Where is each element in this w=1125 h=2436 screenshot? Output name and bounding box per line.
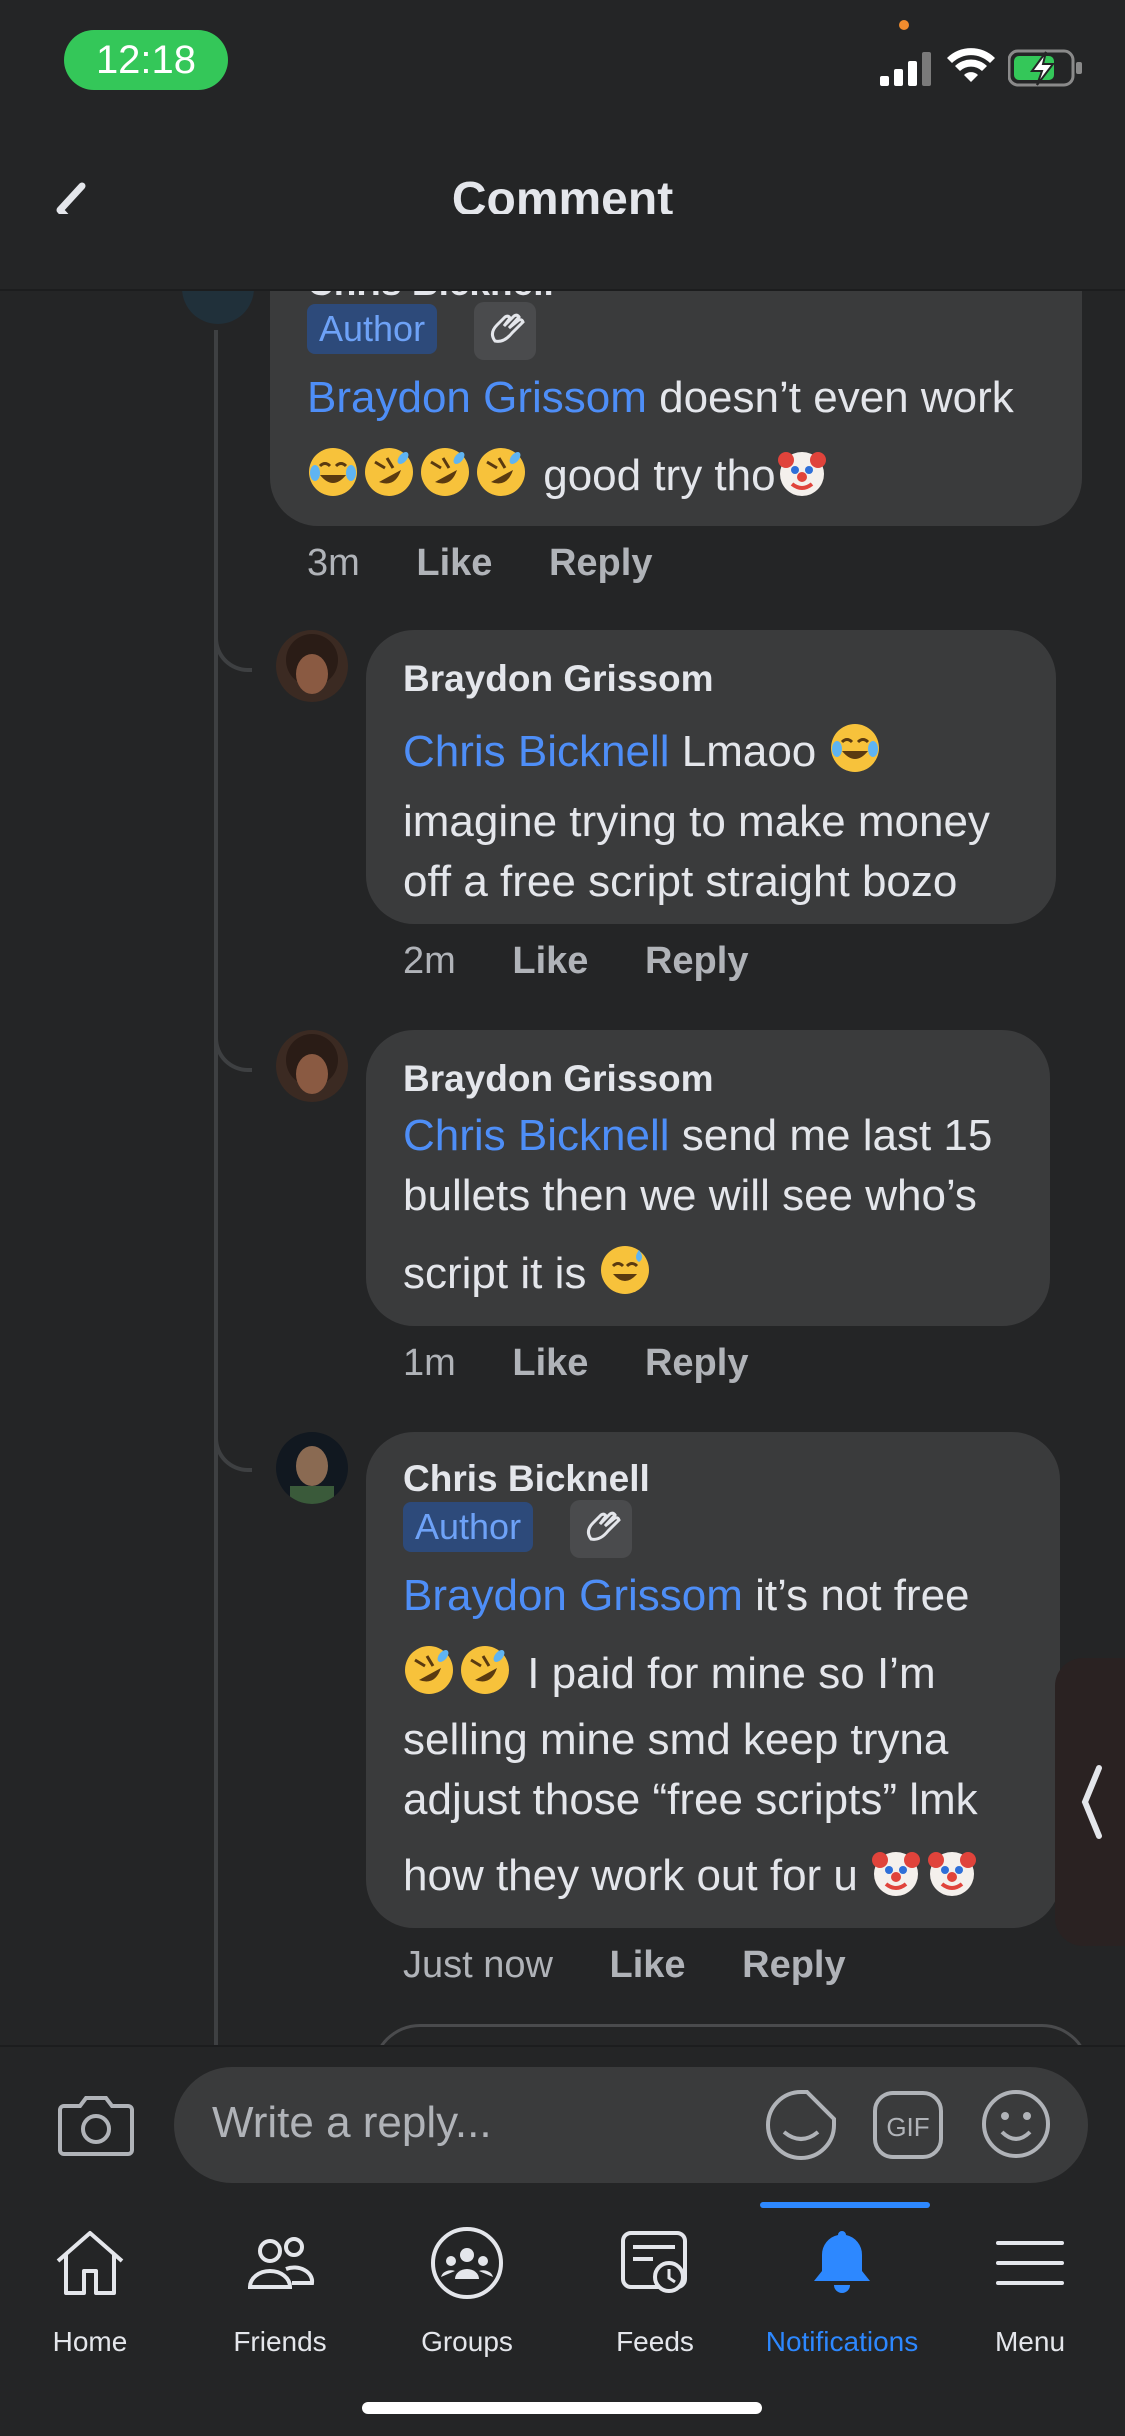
wave-icon[interactable]: [570, 1500, 632, 1558]
comment-text: bullets then we will see who’s: [403, 1171, 977, 1220]
author-badge: Author: [307, 304, 438, 354]
svg-text:GIF: GIF: [886, 2112, 929, 2142]
comment-author-name[interactable]: Braydon Grissom: [403, 658, 713, 700]
like-button[interactable]: Like: [416, 542, 492, 584]
comment-text: good try tho: [307, 446, 832, 506]
comment-author-name[interactable]: Braydon Grissom: [403, 1058, 713, 1100]
comment-text: off a free script straight bozo: [403, 857, 958, 906]
avatar[interactable]: [276, 1432, 348, 1504]
cellular-signal-icon: [880, 52, 931, 86]
clown-emoji-icon: [870, 1846, 922, 1898]
tab-label-groups: Groups: [421, 2326, 513, 2357]
bell-icon: [814, 2231, 870, 2293]
like-button[interactable]: Like: [512, 940, 588, 982]
tab-label-home: Home: [52, 2326, 128, 2357]
like-button[interactable]: Like: [610, 1944, 686, 1986]
reply-input-placeholder: Write a reply...: [212, 2098, 492, 2147]
comment-meta: Just now Like Reply: [403, 1944, 846, 1987]
clown-emoji-icon: [776, 446, 828, 498]
avatar[interactable]: [276, 630, 348, 702]
rofl-emoji-icon: [459, 1644, 511, 1696]
wifi-icon: [947, 48, 995, 82]
rofl-emoji-icon: [419, 446, 471, 498]
rofl-emoji-icon: [475, 446, 527, 498]
reply-button[interactable]: Reply: [645, 940, 748, 982]
feeds-icon: [621, 2231, 687, 2293]
comment-time: 1m: [403, 1342, 456, 1384]
comment-meta: 1m Like Reply: [403, 1342, 748, 1385]
thread-connector: [214, 600, 252, 672]
tab-label-menu: Menu: [994, 2326, 1066, 2357]
comment-text: Braydon Grissom doesn’t even work: [307, 373, 1014, 422]
mention-link[interactable]: Braydon Grissom: [403, 1571, 743, 1620]
battery-charging-icon: [1008, 49, 1082, 87]
side-drawer-handle[interactable]: [1055, 1658, 1125, 1946]
status-time: 12:18: [64, 30, 228, 90]
gif-icon[interactable]: GIF: [872, 2090, 944, 2160]
reply-button[interactable]: Reply: [645, 1342, 748, 1384]
menu-icon: [996, 2241, 1064, 2285]
comment-text: how they work out for u: [403, 1846, 982, 1906]
tab-label-feeds: Feeds: [616, 2326, 694, 2357]
active-tab-indicator: [760, 2202, 930, 2208]
like-button[interactable]: Like: [512, 1342, 588, 1384]
clown-emoji-icon: [926, 1846, 978, 1898]
privacy-indicator-dot: [899, 20, 909, 30]
comment-meta: 3m Like Reply: [307, 542, 652, 585]
avatar[interactable]: [276, 1030, 348, 1102]
sweat-smile-emoji-icon: [599, 1244, 651, 1296]
mention-link[interactable]: Chris Bicknell: [403, 1111, 670, 1160]
rofl-emoji-icon: [363, 446, 415, 498]
comment-time: 3m: [307, 542, 360, 584]
emoji-icon[interactable]: [980, 2088, 1052, 2160]
comment-text: imagine trying to make money: [403, 797, 990, 846]
rofl-emoji-icon: [403, 1644, 455, 1696]
comment-text: script it is: [403, 1244, 655, 1304]
comment-time: Just now: [403, 1944, 553, 1986]
mention-link[interactable]: Chris Bicknell: [403, 727, 670, 776]
home-icon: [56, 2231, 124, 2295]
wave-icon[interactable]: [474, 302, 536, 360]
groups-icon: [431, 2227, 503, 2299]
friends-icon: [247, 2237, 315, 2289]
comment-text: Braydon Grissom it’s not free: [403, 1571, 970, 1620]
thread-connector: [214, 1400, 252, 1472]
reply-button[interactable]: Reply: [742, 1944, 845, 1986]
home-indicator: [362, 2402, 762, 2414]
comment-time: 2m: [403, 940, 456, 982]
reply-button[interactable]: Reply: [549, 542, 652, 584]
comment-text: Chris Bicknell Lmaoo: [403, 722, 885, 782]
thread-line: [214, 330, 218, 2045]
thread-connector: [214, 1000, 252, 1072]
joy-emoji-icon: [307, 446, 359, 498]
comment-text: adjust those “free scripts” lmk: [403, 1775, 978, 1824]
mention-link[interactable]: Braydon Grissom: [307, 373, 647, 422]
joy-emoji-icon: [829, 722, 881, 774]
comment-text: I paid for mine so I’m: [403, 1644, 936, 1704]
camera-icon[interactable]: [58, 2092, 134, 2158]
sticker-icon[interactable]: [764, 2088, 838, 2162]
comment-meta: 2m Like Reply: [403, 940, 748, 983]
comment-text: Chris Bicknell send me last 15: [403, 1111, 993, 1160]
comment-author-name[interactable]: Chris Bicknell: [403, 1458, 650, 1500]
tab-label-notifications: Notifications: [765, 2326, 919, 2357]
comment-text: selling mine smd keep tryna: [403, 1715, 949, 1764]
tab-label-friends: Friends: [233, 2326, 327, 2357]
author-badge: Author: [403, 1502, 534, 1552]
